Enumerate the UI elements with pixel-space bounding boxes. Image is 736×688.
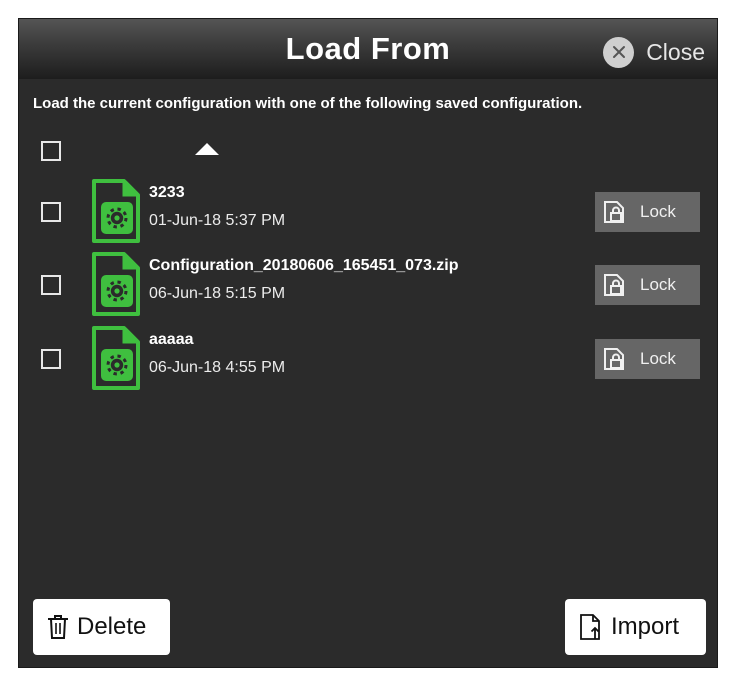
lock-icon xyxy=(604,201,624,223)
file-checkbox[interactable] xyxy=(41,202,61,222)
lock-button[interactable]: Lock xyxy=(595,339,700,379)
import-button[interactable]: Import xyxy=(565,599,706,655)
sort-ascending-icon[interactable] xyxy=(195,143,219,155)
lock-label: Lock xyxy=(640,275,676,294)
lock-label: Lock xyxy=(640,202,676,221)
close-button[interactable]: Close xyxy=(603,35,705,69)
file-checkbox[interactable] xyxy=(41,349,61,369)
file-list-item[interactable]: 3233 01-Jun-18 5:37 PM Lock xyxy=(19,178,717,248)
close-icon xyxy=(603,36,635,68)
title-bar: Load From Close xyxy=(19,19,717,79)
file-name: 3233 xyxy=(149,184,185,201)
config-file-icon xyxy=(92,179,140,243)
lock-icon xyxy=(604,348,624,370)
config-file-icon xyxy=(92,252,140,316)
import-label: Import xyxy=(611,613,680,640)
file-checkbox[interactable] xyxy=(41,275,61,295)
config-file-icon xyxy=(92,326,140,390)
file-list-item[interactable]: aaaaa 06-Jun-18 4:55 PM Lock xyxy=(19,325,717,395)
close-label: Close xyxy=(646,38,705,65)
trash-icon xyxy=(48,615,68,639)
lock-icon xyxy=(604,274,624,296)
import-file-icon xyxy=(580,614,600,640)
delete-button[interactable]: Delete xyxy=(33,599,170,655)
file-name: aaaaa xyxy=(149,331,194,348)
instruction-text: Load the current configuration with one … xyxy=(33,95,583,112)
file-list-item[interactable]: Configuration_20180606_165451_073.zip 06… xyxy=(19,251,717,321)
file-name: Configuration_20180606_165451_073.zip xyxy=(149,257,459,274)
lock-button[interactable]: Lock xyxy=(595,265,700,305)
lock-label: Lock xyxy=(640,349,676,368)
lock-button[interactable]: Lock xyxy=(595,192,700,232)
file-date: 06-Jun-18 5:15 PM xyxy=(149,285,286,302)
select-all-checkbox[interactable] xyxy=(41,141,61,161)
file-date: 01-Jun-18 5:37 PM xyxy=(149,212,286,229)
file-date: 06-Jun-18 4:55 PM xyxy=(149,359,286,376)
load-from-dialog: Load From Close Load the current configu… xyxy=(18,18,718,668)
delete-label: Delete xyxy=(77,613,147,640)
